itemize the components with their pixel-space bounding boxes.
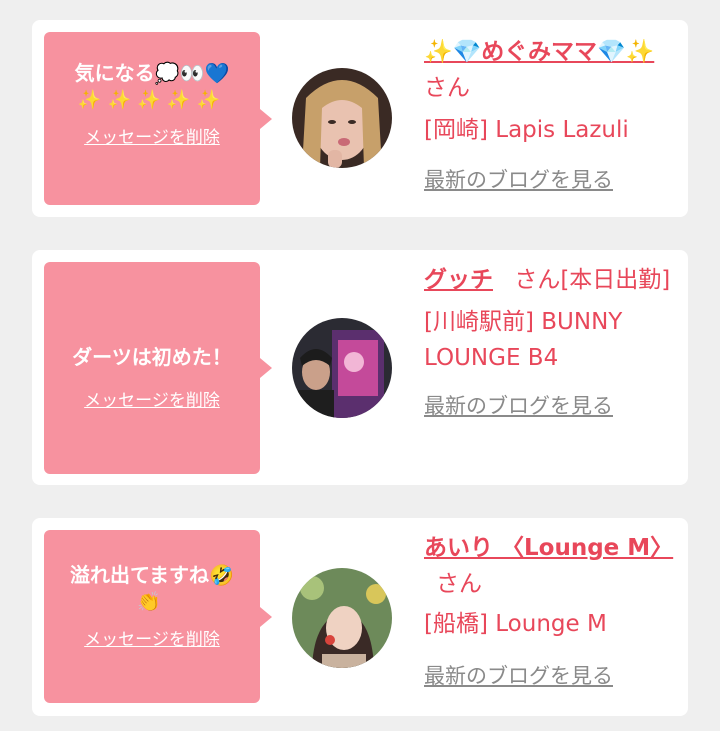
honorific-text: さん bbox=[424, 75, 470, 101]
delete-message-link[interactable]: メッセージを削除 bbox=[50, 386, 254, 411]
message-text: 気になる💭👀💙 bbox=[74, 61, 230, 85]
shop-name: [岡崎] Lapis Lazuli bbox=[424, 117, 629, 143]
honorific-text: さん[本日出勤] bbox=[514, 267, 671, 293]
message-bubble: 気になる💭👀💙 ✨✨✨✨✨ メッセージを削除 bbox=[44, 32, 272, 205]
honorific-text: さん bbox=[436, 571, 482, 597]
delete-message-link[interactable]: メッセージを削除 bbox=[50, 123, 254, 148]
avatar[interactable] bbox=[292, 318, 392, 418]
avatar[interactable] bbox=[292, 568, 392, 668]
shop-name: [川崎駅前] BUNNY LOUNGE B4 bbox=[424, 309, 623, 371]
message-bubble: 溢れ出てますね🤣 👏 メッセージを削除 bbox=[44, 530, 272, 703]
latest-blog-link[interactable]: 最新のブログを見る bbox=[424, 164, 674, 194]
message-extra: 👏 bbox=[137, 591, 167, 613]
profile-info: あいり 〈Lounge M〉 さん [船橋] Lounge M 最新のブログを見… bbox=[424, 530, 674, 690]
message-card: 気になる💭👀💙 ✨✨✨✨✨ メッセージを削除 ✨💎めぐみママ💎✨ さん [岡崎]… bbox=[32, 20, 688, 217]
profile-name-link[interactable]: ✨💎めぐみママ💎✨ bbox=[424, 39, 654, 65]
latest-blog-link[interactable]: 最新のブログを見る bbox=[424, 390, 674, 420]
message-text: 溢れ出てますね🤣 bbox=[70, 563, 234, 587]
message-bubble: ダーツは初めた！ メッセージを削除 bbox=[44, 262, 272, 474]
shop-name: [船橋] Lounge M bbox=[424, 611, 607, 637]
message-card: 溢れ出てますね🤣 👏 メッセージを削除 あいり 〈Lounge M〉 さん [船… bbox=[32, 518, 688, 716]
message-list: 気になる💭👀💙 ✨✨✨✨✨ メッセージを削除 ✨💎めぐみママ💎✨ さん [岡崎]… bbox=[0, 0, 720, 731]
delete-message-link[interactable]: メッセージを削除 bbox=[50, 625, 254, 650]
message-extra: ✨✨✨✨✨ bbox=[77, 89, 227, 111]
avatar-photo bbox=[292, 318, 392, 418]
profile-info: ✨💎めぐみママ💎✨ さん [岡崎] Lapis Lazuli 最新のブログを見る bbox=[424, 34, 674, 194]
avatar[interactable] bbox=[292, 68, 392, 168]
latest-blog-link[interactable]: 最新のブログを見る bbox=[424, 660, 674, 690]
profile-info: グッチ さん[本日出勤] [川崎駅前] BUNNY LOUNGE B4 最新のブ… bbox=[424, 262, 674, 420]
profile-name-link[interactable]: グッチ bbox=[424, 267, 493, 293]
avatar-photo bbox=[292, 568, 392, 668]
avatar-photo bbox=[292, 68, 392, 168]
message-card: ダーツは初めた！ メッセージを削除 グッチ さん[本日出勤] [川崎駅前] BU… bbox=[32, 250, 688, 485]
profile-name-link[interactable]: あいり 〈Lounge M〉 bbox=[424, 535, 673, 561]
message-text: ダーツは初めた！ bbox=[72, 345, 232, 369]
